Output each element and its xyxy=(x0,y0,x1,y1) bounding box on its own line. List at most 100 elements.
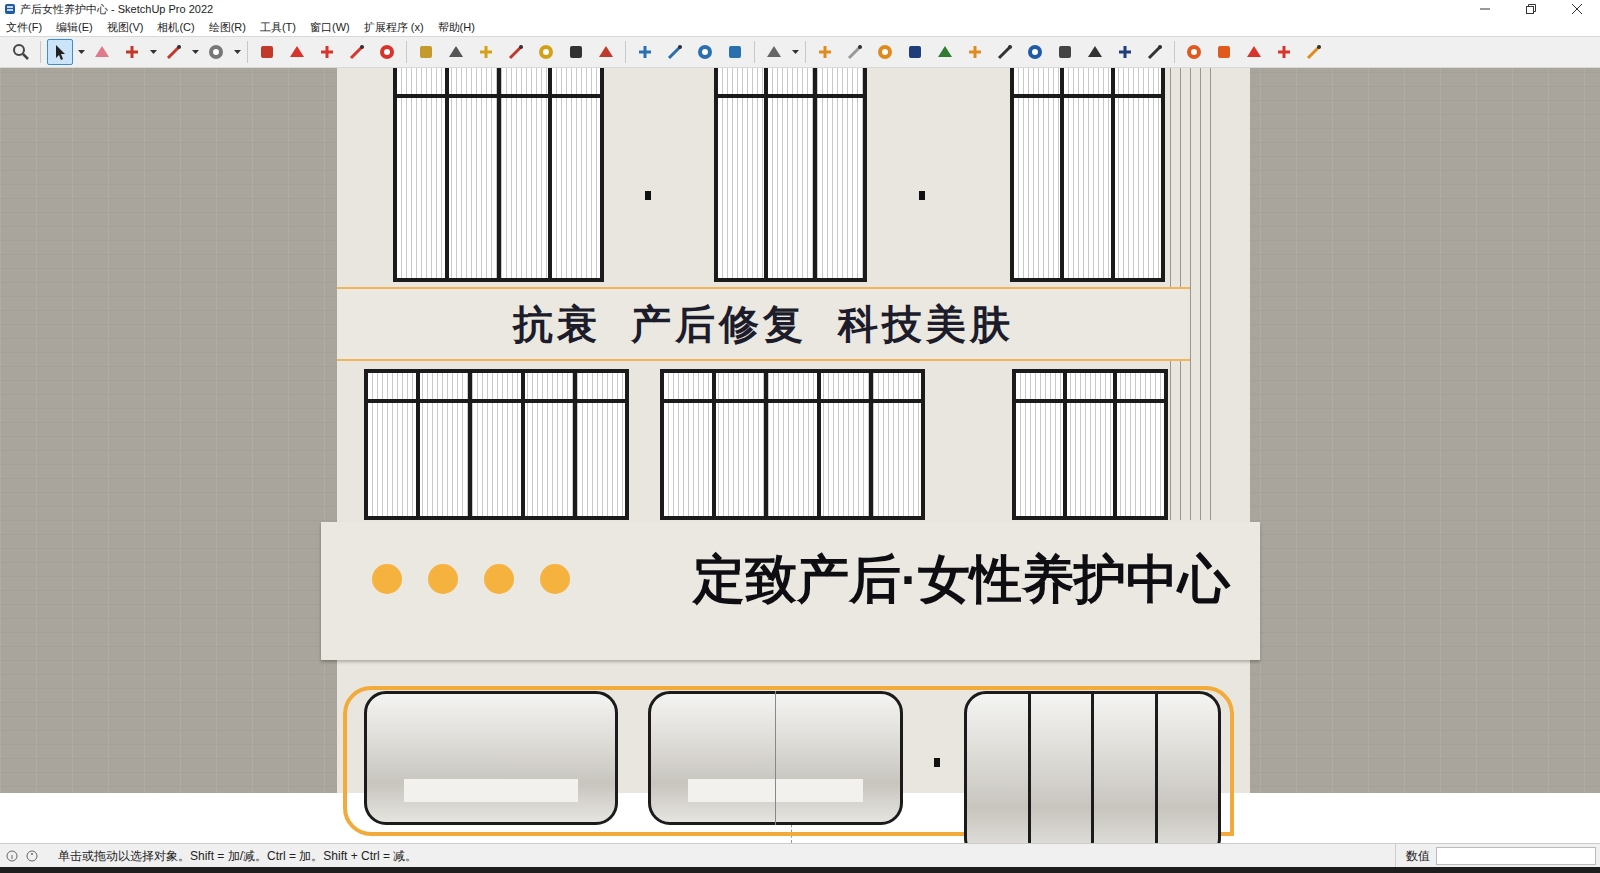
tool-icon xyxy=(906,43,924,61)
tool-button[interactable] xyxy=(932,39,958,65)
tool-button[interactable] xyxy=(1022,39,1048,65)
tool-icon xyxy=(816,43,834,61)
window xyxy=(714,68,867,282)
tool-button[interactable] xyxy=(203,39,229,65)
tool-button[interactable] xyxy=(593,39,619,65)
info-icon[interactable] xyxy=(6,850,18,862)
tool-icon xyxy=(597,43,615,61)
sketchup-logo-icon xyxy=(4,3,16,15)
tool-icon xyxy=(726,43,744,61)
tool-button[interactable] xyxy=(1052,39,1078,65)
facade-line xyxy=(1200,68,1201,520)
tool-icon xyxy=(666,43,684,61)
tool-button[interactable] xyxy=(413,39,439,65)
tool-icon xyxy=(12,43,30,61)
tool-icon xyxy=(417,43,435,61)
dropdown-arrow[interactable] xyxy=(791,39,799,65)
close-button[interactable] xyxy=(1554,0,1600,18)
tool-icon xyxy=(936,43,954,61)
menu-item[interactable]: 扩展程序 (x) xyxy=(362,22,426,33)
menu-item[interactable]: 窗口(W) xyxy=(308,22,352,33)
minimize-button[interactable] xyxy=(1462,0,1508,18)
menu-bar: 文件(F) 编辑(E) 视图(V) 相机(C) 绘图(R) 工具(T) 窗口(W) 扩展程序 … xyxy=(0,18,1600,36)
tool-button[interactable] xyxy=(632,39,658,65)
tool-icon xyxy=(51,43,69,61)
tool-button[interactable] xyxy=(962,39,988,65)
tool-icon xyxy=(318,43,336,61)
tool-button[interactable] xyxy=(761,39,787,65)
wall-light xyxy=(934,758,940,767)
tool-icon xyxy=(1146,43,1164,61)
facade-line xyxy=(1210,68,1211,520)
tool-button[interactable] xyxy=(872,39,898,65)
dropdown-arrow[interactable] xyxy=(191,39,199,65)
tool-button[interactable] xyxy=(692,39,718,65)
tool-icon xyxy=(1215,43,1233,61)
tool-icon xyxy=(165,43,183,61)
menu-item[interactable]: 视图(V) xyxy=(105,22,146,33)
window xyxy=(1010,68,1165,282)
toolbar-separator xyxy=(1174,41,1175,63)
tool-button[interactable] xyxy=(812,39,838,65)
tool-icon xyxy=(1185,43,1203,61)
tool-button[interactable] xyxy=(254,39,280,65)
viewport[interactable]: 抗衰 产后修复 科技美肤定致产后·女性养护中心 xyxy=(0,68,1600,843)
measurements-box[interactable] xyxy=(1436,847,1596,865)
tool-button[interactable] xyxy=(992,39,1018,65)
tool-button[interactable] xyxy=(563,39,589,65)
tool-button[interactable] xyxy=(1271,39,1297,65)
tool-icon xyxy=(567,43,585,61)
measurements-label: 数值 xyxy=(1406,847,1430,865)
caret-icon xyxy=(150,50,157,54)
tool-button[interactable] xyxy=(89,39,115,65)
menu-item[interactable]: 编辑(E) xyxy=(54,22,95,33)
tool-button[interactable] xyxy=(119,39,145,65)
help-icon[interactable] xyxy=(26,850,38,862)
tool-button[interactable] xyxy=(1241,39,1267,65)
tool-button[interactable] xyxy=(533,39,559,65)
tool-icon xyxy=(93,43,111,61)
tool-icon xyxy=(1056,43,1074,61)
toolbar-separator xyxy=(805,41,806,63)
sign-dot xyxy=(372,564,402,594)
tool-button[interactable] xyxy=(473,39,499,65)
toolbar-separator xyxy=(754,41,755,63)
tool-button[interactable] xyxy=(1142,39,1168,65)
tool-icon xyxy=(123,43,141,61)
window-title: 产后女性养护中心 - SketchUp Pro 2022 xyxy=(20,4,213,15)
tool-button[interactable] xyxy=(161,39,187,65)
tool-button[interactable] xyxy=(374,39,400,65)
entrance-door xyxy=(964,691,1221,843)
tool-button[interactable] xyxy=(662,39,688,65)
tool-button[interactable] xyxy=(8,39,34,65)
tool-button[interactable] xyxy=(902,39,928,65)
toolbar-separator xyxy=(625,41,626,63)
tool-button[interactable] xyxy=(284,39,310,65)
menu-item[interactable]: 帮助(H) xyxy=(436,22,477,33)
tool-button[interactable] xyxy=(47,39,73,65)
tool-button[interactable] xyxy=(314,39,340,65)
menu-item[interactable]: 工具(T) xyxy=(258,22,298,33)
tool-button[interactable] xyxy=(1112,39,1138,65)
menu-item[interactable]: 文件(F) xyxy=(4,22,44,33)
status-hint: 单击或拖动以选择对象。Shift = 加/减。Ctrl = 加。Shift + … xyxy=(58,847,1387,865)
dropdown-arrow[interactable] xyxy=(149,39,157,65)
tool-button[interactable] xyxy=(503,39,529,65)
tool-button[interactable] xyxy=(1082,39,1108,65)
dropdown-arrow[interactable] xyxy=(233,39,241,65)
dropdown-arrow[interactable] xyxy=(77,39,85,65)
menu-item[interactable]: 绘图(R) xyxy=(207,22,248,33)
tool-icon xyxy=(288,43,306,61)
tool-button[interactable] xyxy=(344,39,370,65)
tool-button[interactable] xyxy=(443,39,469,65)
tool-button[interactable] xyxy=(1211,39,1237,65)
tool-button[interactable] xyxy=(722,39,748,65)
tool-button[interactable] xyxy=(842,39,868,65)
restore-button[interactable] xyxy=(1508,0,1554,18)
tool-button[interactable] xyxy=(1301,39,1327,65)
toolbar-separator xyxy=(406,41,407,63)
toolbar xyxy=(0,36,1600,68)
storefront-window xyxy=(364,691,618,825)
tool-button[interactable] xyxy=(1181,39,1207,65)
menu-item[interactable]: 相机(C) xyxy=(155,22,196,33)
